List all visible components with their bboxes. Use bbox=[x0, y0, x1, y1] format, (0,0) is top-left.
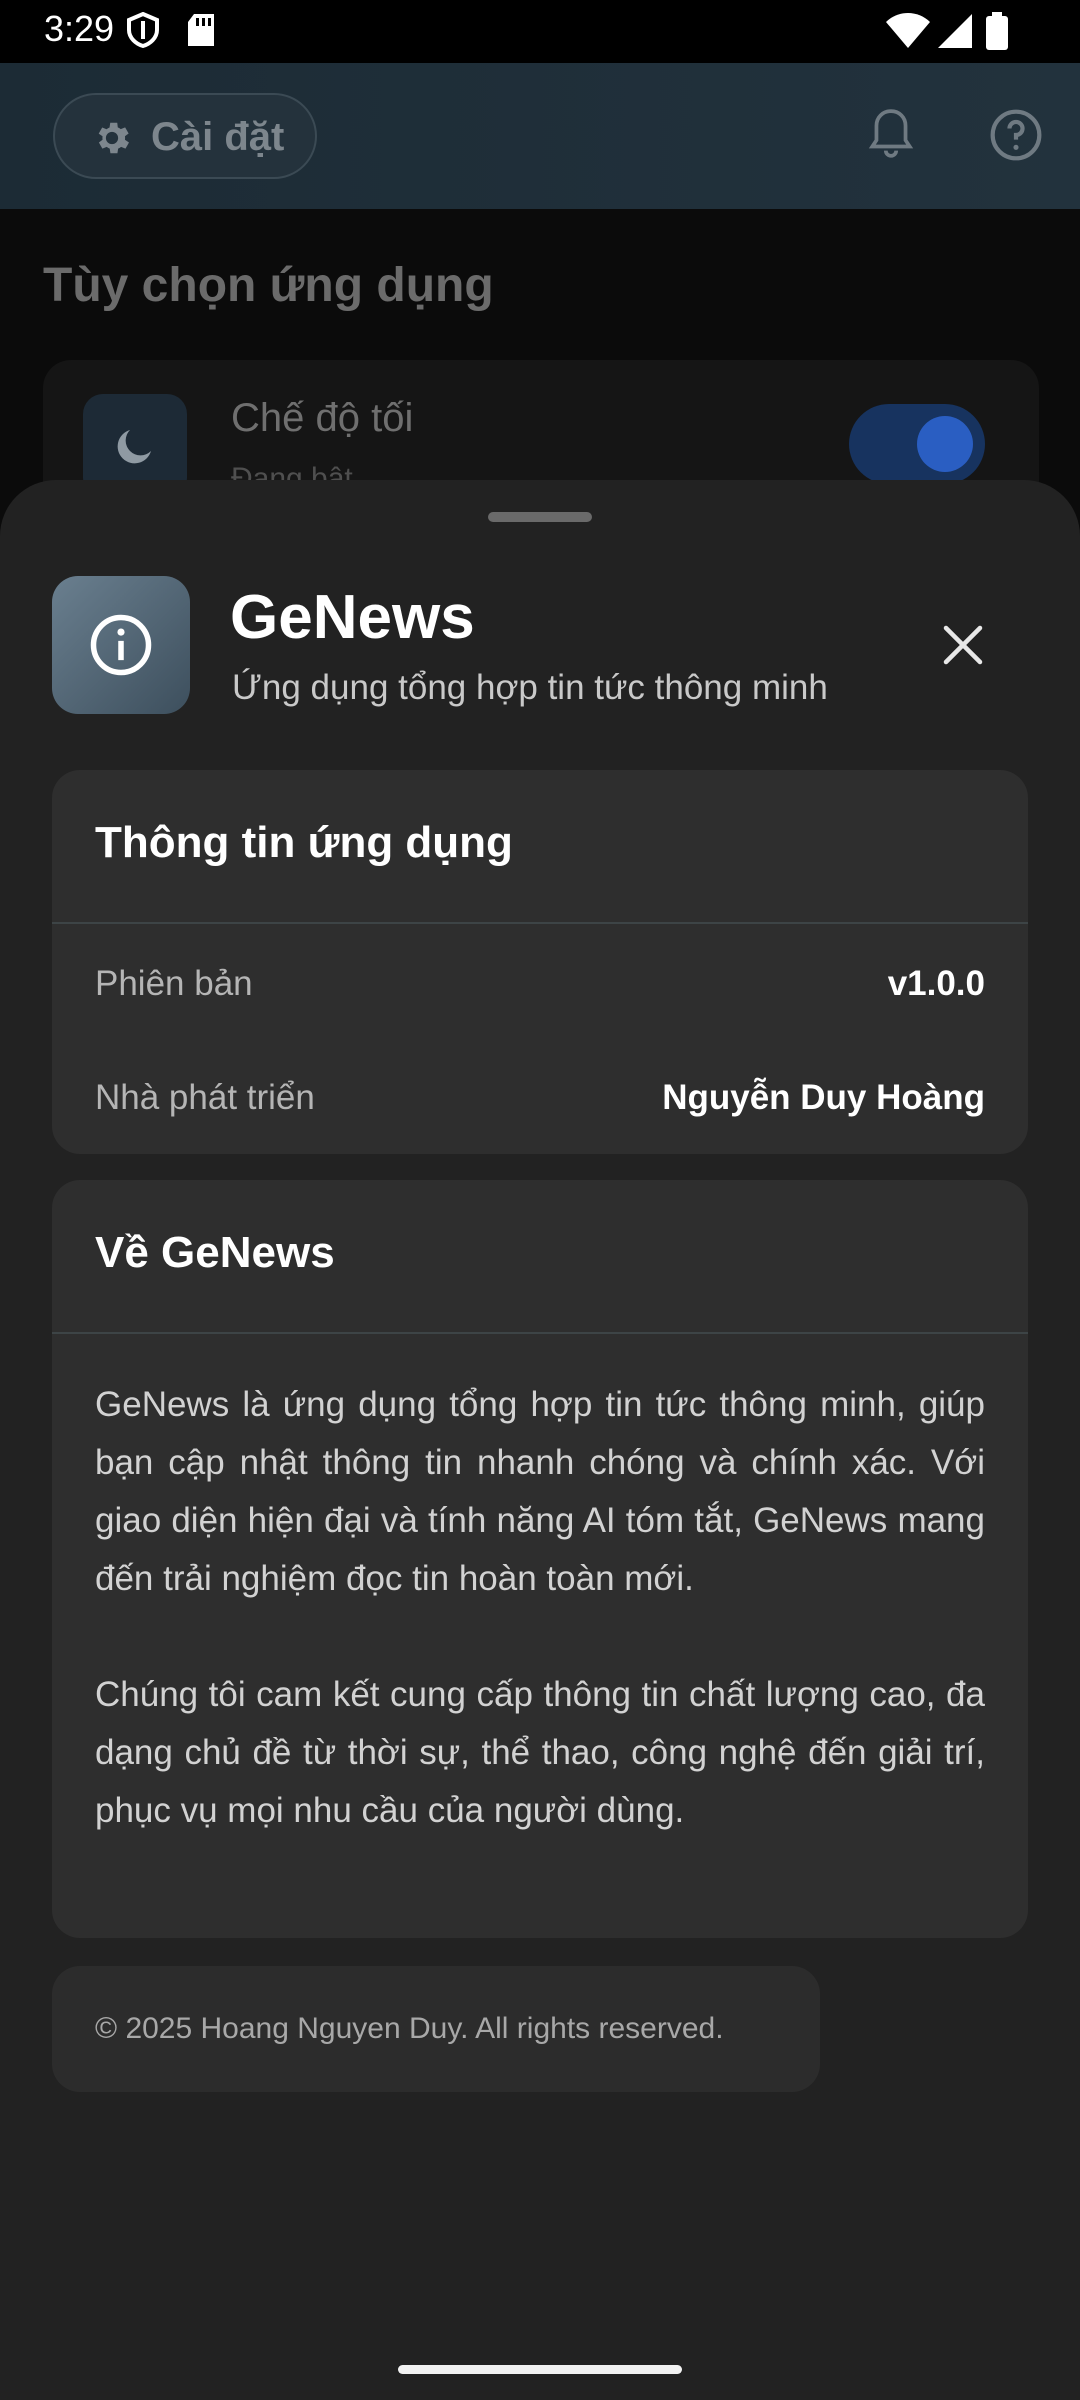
toggle-knob bbox=[917, 416, 973, 472]
about-card: Về GeNews GeNews là ứng dụng tổng hợp ti… bbox=[52, 1180, 1028, 1938]
version-label: Phiên bản bbox=[95, 964, 253, 1003]
divider bbox=[52, 922, 1028, 924]
divider bbox=[52, 1332, 1028, 1334]
copyright-box: © 2025 Hoang Nguyen Duy. All rights rese… bbox=[52, 1966, 820, 2092]
about-description: GeNews là ứng dụng tổng hợp tin tức thôn… bbox=[95, 1376, 985, 1840]
about-title: Về GeNews bbox=[95, 1228, 335, 1277]
settings-button[interactable]: Cài đặt bbox=[53, 93, 317, 179]
about-paragraph: GeNews là ứng dụng tổng hợp tin tức thôn… bbox=[95, 1385, 985, 1598]
section-title: Tùy chọn ứng dụng bbox=[43, 259, 494, 312]
developer-value: Nguyễn Duy Hoàng bbox=[662, 1078, 985, 1117]
bell-icon[interactable] bbox=[866, 107, 916, 166]
app-bar: Cài đặt bbox=[0, 63, 1080, 209]
app-icon bbox=[52, 576, 190, 714]
status-bar: 3:29 bbox=[0, 0, 1080, 63]
wifi-icon bbox=[886, 12, 930, 55]
settings-label: Cài đặt bbox=[151, 115, 285, 159]
app-name: GeNews bbox=[230, 583, 475, 652]
about-paragraph: Chúng tôi cam kết cung cấp thông tin chấ… bbox=[95, 1675, 985, 1830]
moon-icon bbox=[111, 422, 159, 475]
status-time: 3:29 bbox=[44, 8, 115, 49]
app-info-card: Thông tin ứng dụng Phiên bản v1.0.0 Nhà … bbox=[52, 770, 1028, 1154]
app-info-title: Thông tin ứng dụng bbox=[95, 818, 513, 867]
cell-signal-icon bbox=[938, 12, 974, 55]
dark-mode-title: Chế độ tối bbox=[231, 396, 414, 440]
help-icon[interactable] bbox=[988, 107, 1044, 168]
info-icon bbox=[88, 612, 154, 683]
close-icon bbox=[938, 625, 988, 674]
version-value: v1.0.0 bbox=[887, 964, 985, 1003]
drag-handle[interactable] bbox=[488, 512, 592, 522]
app-tagline: Ứng dụng tổng hợp tin tức thông minh bbox=[232, 668, 828, 707]
sd-card-icon bbox=[186, 12, 216, 53]
close-button[interactable] bbox=[938, 620, 988, 670]
battery-icon bbox=[986, 12, 1008, 55]
home-indicator[interactable] bbox=[398, 2365, 682, 2374]
copyright-text: © 2025 Hoang Nguyen Duy. All rights rese… bbox=[95, 2012, 724, 2045]
developer-label: Nhà phát triển bbox=[95, 1078, 315, 1117]
dark-mode-toggle[interactable] bbox=[849, 404, 985, 484]
gear-icon bbox=[91, 117, 133, 164]
shield-icon bbox=[126, 11, 160, 53]
about-bottom-sheet: GeNews Ứng dụng tổng hợp tin tức thông m… bbox=[0, 480, 1080, 2400]
